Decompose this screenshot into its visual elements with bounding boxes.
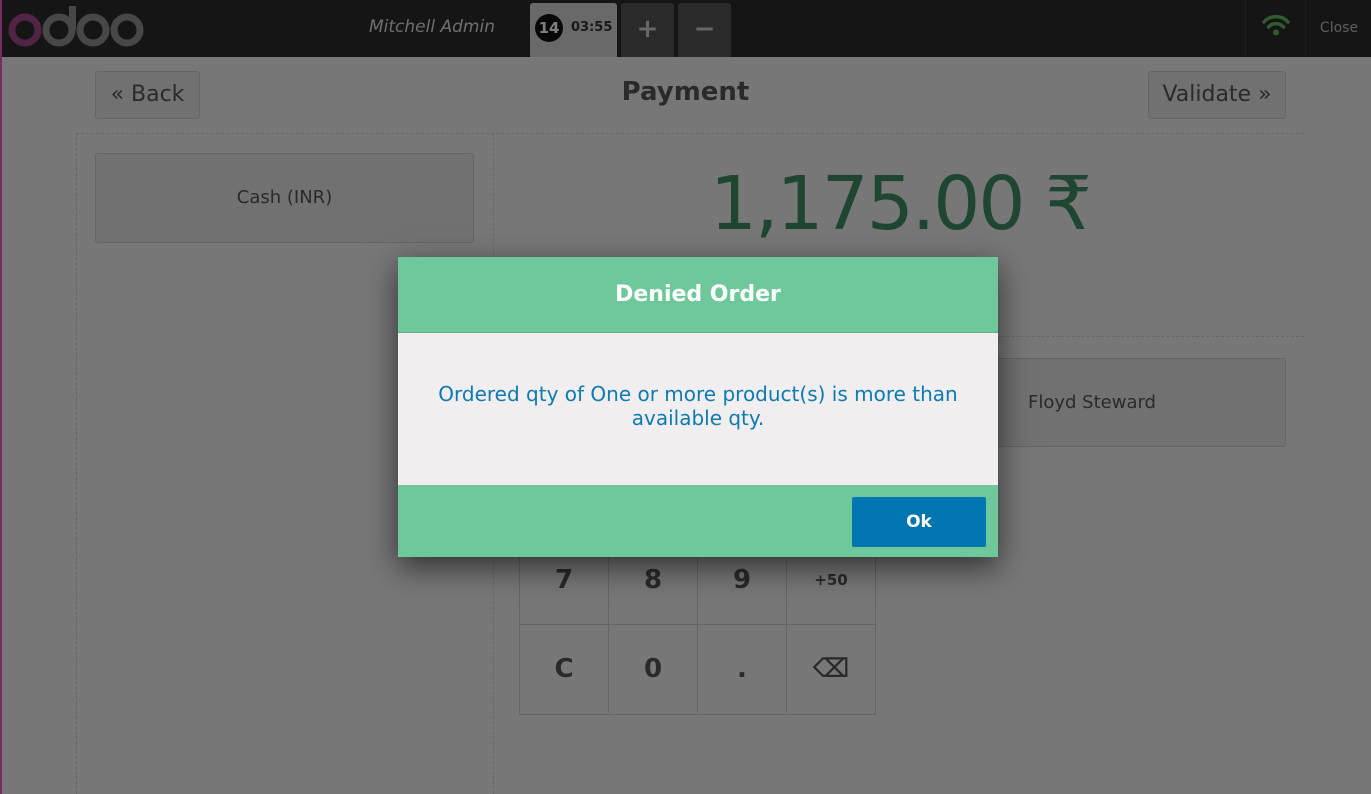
dialog-message: Ordered qty of One or more product(s) is… bbox=[438, 382, 958, 430]
window-edge bbox=[0, 0, 2, 794]
denied-order-dialog: Denied Order Ordered qty of One or more … bbox=[398, 257, 998, 557]
ok-button[interactable]: Ok bbox=[852, 497, 986, 547]
dialog-title: Denied Order bbox=[398, 257, 998, 332]
dialog-footer: Ok bbox=[398, 485, 998, 557]
dialog-body: Ordered qty of One or more product(s) is… bbox=[398, 332, 998, 485]
